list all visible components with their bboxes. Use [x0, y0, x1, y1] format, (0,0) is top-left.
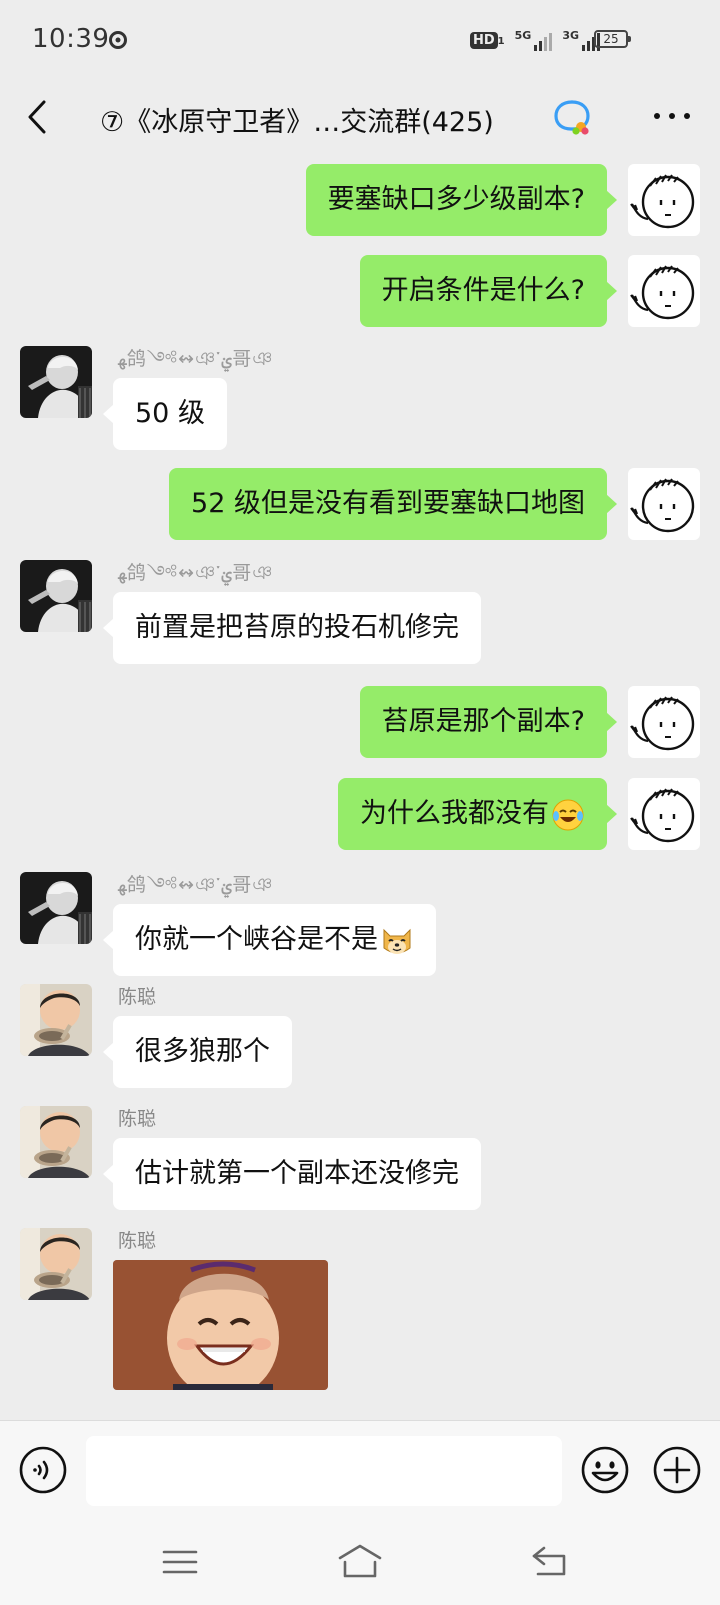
- avatar[interactable]: [628, 255, 700, 327]
- chevron-left-icon[interactable]: [22, 96, 54, 138]
- avatar[interactable]: [20, 984, 92, 1056]
- anime-character-avatar-icon: [20, 346, 92, 418]
- child-photo-avatar-icon: [20, 984, 92, 1056]
- hd-voice-icon: HD 1: [469, 31, 505, 49]
- sender-name: 陈聪: [118, 986, 157, 1008]
- anime-character-avatar-icon: [20, 872, 92, 944]
- sender-name: 陈聪: [118, 1108, 157, 1130]
- anime-character-avatar-icon: [20, 560, 92, 632]
- message-bubble[interactable]: 苔原是那个副本?: [359, 686, 618, 758]
- avatar[interactable]: [20, 872, 92, 944]
- sticker-image[interactable]: [113, 1260, 328, 1390]
- message-bubble[interactable]: 估计就第一个副本还没修完: [103, 1138, 481, 1210]
- avatar[interactable]: [20, 1106, 92, 1178]
- message-bubble[interactable]: 你就一个峡谷是不是: [103, 904, 436, 976]
- avatar[interactable]: [628, 778, 700, 850]
- home-icon[interactable]: [336, 1540, 384, 1582]
- laughing-child-sticker-icon: [113, 1260, 328, 1390]
- chat-header: ⑦《冰原守卫者》…交流群(425): [0, 80, 720, 156]
- message-bubble[interactable]: 前置是把苔原的投石机修完: [103, 592, 481, 664]
- plus-icon[interactable]: [652, 1445, 702, 1495]
- doge-emoji-icon: [383, 928, 411, 954]
- message-bubble[interactable]: 52 级但是没有看到要塞缺口地图: [169, 468, 617, 540]
- stick-figure-avatar-icon: [630, 265, 695, 320]
- status-time: 10:39: [32, 24, 110, 54]
- avatar[interactable]: [20, 346, 92, 418]
- avatar[interactable]: [628, 164, 700, 236]
- chat-title[interactable]: ⑦《冰原守卫者》…交流群(425): [100, 100, 494, 139]
- child-photo-avatar-icon: [20, 1228, 92, 1300]
- crying-laughing-emoji-icon: [552, 799, 584, 830]
- child-photo-avatar-icon: [20, 1106, 92, 1178]
- stick-figure-avatar-icon: [630, 478, 695, 533]
- message-list[interactable]: 要塞缺口多少级副本? 开启条件是什么? ﻬ鸽༺↭ঞ་ࢩ哥ঞ 50 级 52 级但…: [0, 156, 720, 1420]
- sender-name: ﻬ鸽༺↭ঞ་ࢩ哥ঞ: [118, 562, 274, 584]
- message-input[interactable]: [86, 1436, 562, 1506]
- system-nav-bar: [0, 1520, 720, 1605]
- more-dots-icon[interactable]: [654, 106, 690, 126]
- app-notification-icon: [109, 31, 127, 49]
- message-bubble[interactable]: 为什么我都没有: [338, 778, 617, 850]
- avatar[interactable]: [20, 1228, 92, 1300]
- message-bubble[interactable]: 50 级: [103, 378, 227, 450]
- avatar[interactable]: [628, 468, 700, 540]
- status-indicators: HD 1 5G 3G: [469, 26, 600, 54]
- message-bubble[interactable]: 要塞缺口多少级副本?: [305, 164, 618, 236]
- sender-name: ﻬ鸽༺↭ঞ་ࢩ哥ঞ: [118, 348, 274, 370]
- group-chat-badge-icon[interactable]: [552, 98, 592, 136]
- message-bubble[interactable]: 很多狼那个: [103, 1016, 292, 1088]
- avatar[interactable]: [628, 686, 700, 758]
- emoji-picker-icon[interactable]: [580, 1445, 630, 1495]
- stick-figure-avatar-icon: [630, 174, 695, 229]
- status-bar: 10:39 HD 1 5G 3G 25: [0, 0, 720, 80]
- input-bar: [0, 1420, 720, 1520]
- voice-input-icon[interactable]: [18, 1445, 68, 1495]
- stick-figure-avatar-icon: [630, 788, 695, 843]
- back-nav-icon[interactable]: [530, 1542, 570, 1580]
- signal-5g-icon: 5G: [515, 29, 553, 51]
- recent-apps-icon[interactable]: [162, 1544, 198, 1580]
- avatar[interactable]: [20, 560, 92, 632]
- message-bubble[interactable]: 开启条件是什么?: [359, 255, 618, 327]
- battery-icon: 25: [594, 30, 631, 48]
- sender-name: 陈聪: [118, 1230, 157, 1252]
- stick-figure-avatar-icon: [630, 696, 695, 751]
- sender-name: ﻬ鸽༺↭ঞ་ࢩ哥ঞ: [118, 874, 274, 896]
